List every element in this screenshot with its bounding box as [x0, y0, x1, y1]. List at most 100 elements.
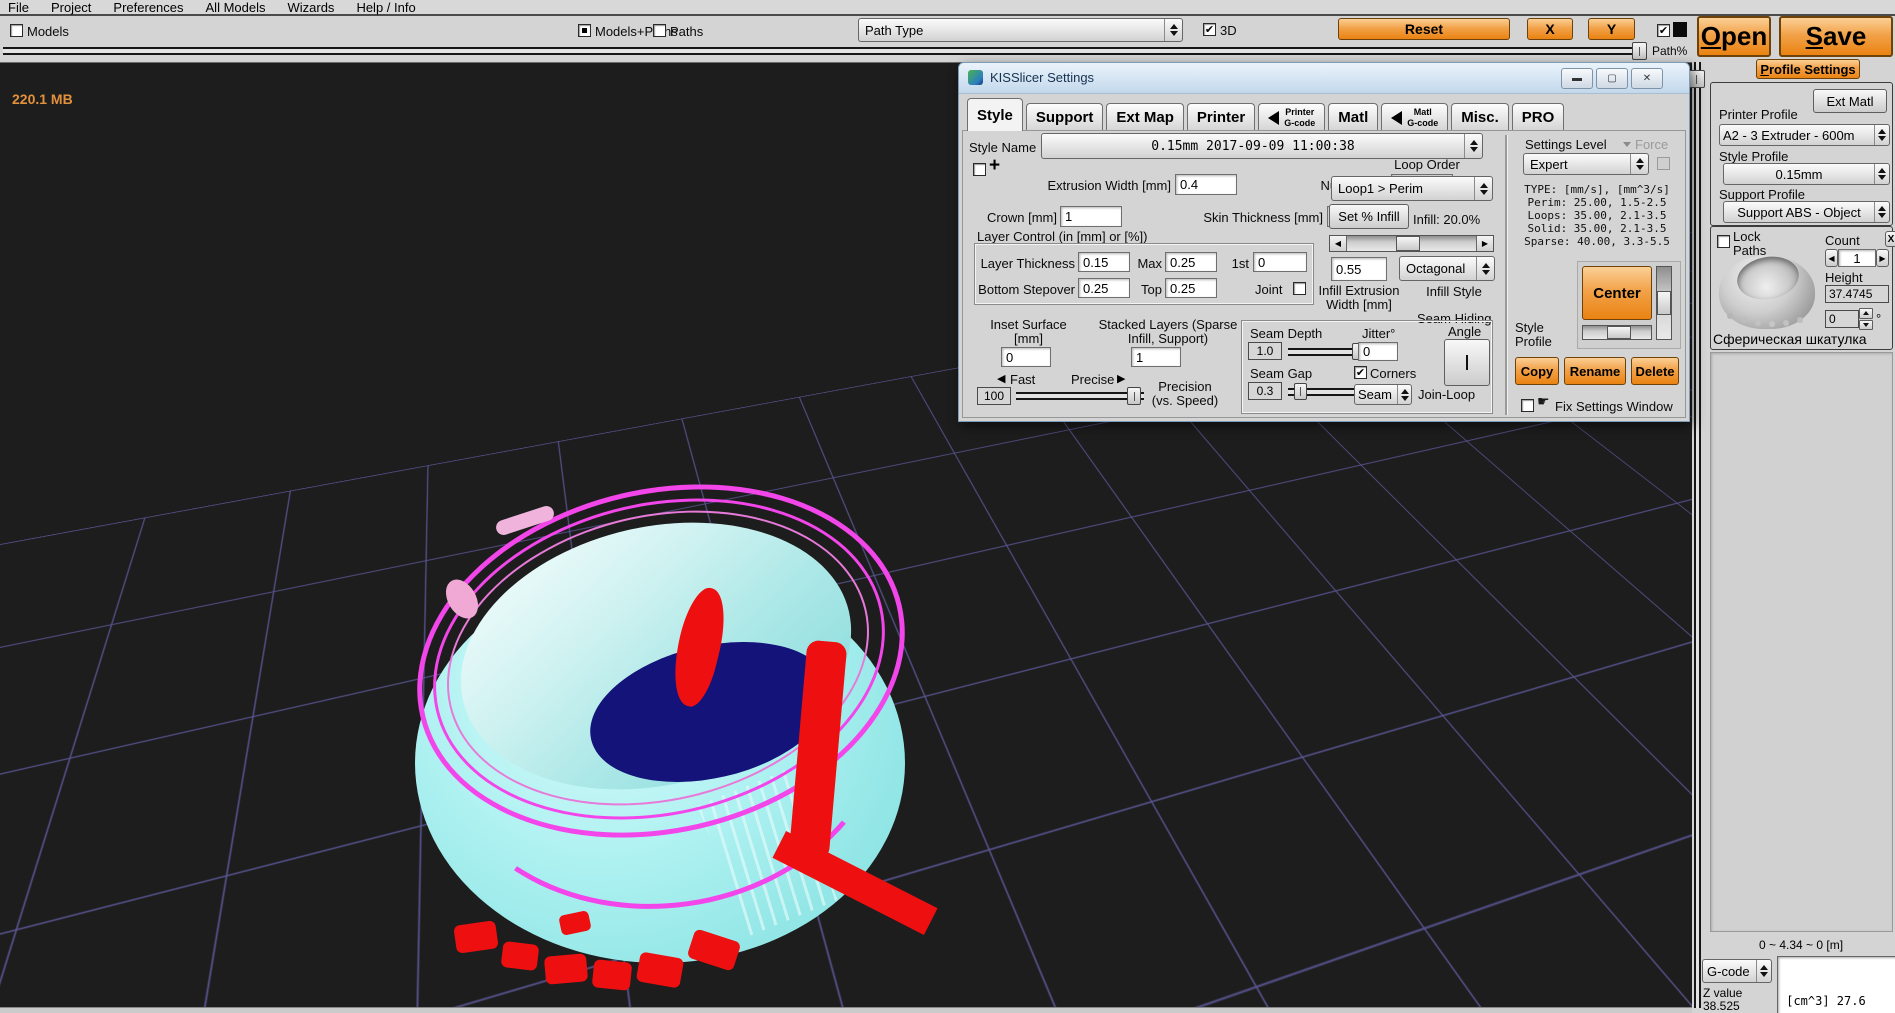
layer-thickness-field[interactable]: 0.15 [1078, 252, 1130, 272]
menu-all-models[interactable]: All Models [204, 0, 268, 16]
slider-right-arrow-icon[interactable]: ▶ [1476, 236, 1493, 251]
style-profile-dropdown[interactable]: 0.15mm [1723, 163, 1890, 185]
vertical-slider-thumb[interactable] [1688, 70, 1705, 88]
spin-up-icon[interactable] [1859, 308, 1873, 319]
new-style-checkbox[interactable] [973, 163, 986, 176]
copy-button[interactable]: Copy [1515, 357, 1559, 385]
extrusion-width-field[interactable]: 0.4 [1175, 174, 1237, 195]
profiles-group: Printer Profile Ext Matl A2 - 3 Extruder… [1710, 82, 1893, 226]
path-percent-slider-thumb[interactable] [1632, 42, 1647, 60]
minimize-button[interactable]: ▬ [1561, 68, 1593, 89]
models-paths-radio[interactable] [578, 24, 591, 37]
inset-surface-field[interactable]: 0 [1001, 347, 1051, 367]
precision-label: Precision (vs. Speed) [1149, 380, 1221, 409]
infill-slider-thumb[interactable] [1396, 236, 1420, 251]
infill-style-dropdown[interactable]: Octagonal [1399, 256, 1495, 281]
rotation-spinner[interactable] [1859, 308, 1873, 330]
open-label: Open [1701, 21, 1767, 52]
center-h-thumb[interactable] [1607, 326, 1631, 339]
menu-file[interactable]: File [6, 0, 31, 16]
infill-slider[interactable]: ◀ ▶ [1329, 235, 1494, 252]
menu-project[interactable]: Project [49, 0, 93, 16]
updown-icon [1874, 202, 1889, 222]
tab-label: Misc. [1461, 109, 1499, 126]
model-close-button[interactable]: X [1885, 231, 1895, 247]
settings-level-dropdown[interactable]: Expert [1523, 153, 1649, 175]
models-checkbox[interactable] [10, 24, 23, 37]
tab-printer[interactable]: Printer [1187, 103, 1255, 131]
loop-order-dropdown[interactable]: Loop1 > Perim [1331, 176, 1493, 201]
stacked-layers-field[interactable]: 1 [1131, 347, 1181, 367]
tab-support[interactable]: Support [1026, 103, 1104, 131]
set-infill-button[interactable]: Set % Infill [1329, 204, 1409, 229]
rotation-field[interactable]: 0 [1825, 310, 1859, 328]
add-style-icon[interactable]: + [989, 155, 1000, 177]
save-button[interactable]: Save [1779, 16, 1893, 57]
models-list-area[interactable] [1710, 352, 1893, 932]
tab-printer-gcode[interactable]: PrinterG-code [1258, 103, 1325, 131]
style-name-dropdown[interactable]: 0.15mm 2017-09-09 11:00:38 [1041, 133, 1483, 159]
y-axis-button[interactable]: Y [1588, 18, 1635, 40]
gcode-dropdown[interactable]: G-code [1702, 959, 1772, 983]
count-field[interactable]: 1 [1838, 249, 1876, 267]
vertical-slider-track[interactable] [1694, 62, 1701, 1008]
open-button[interactable]: Open [1697, 16, 1771, 57]
seam-gap-slider-thumb[interactable] [1294, 383, 1307, 400]
model-thumbnail[interactable] [1715, 247, 1823, 331]
tab-matl[interactable]: Matl [1328, 103, 1378, 131]
tab-ext-map[interactable]: Ext Map [1106, 103, 1184, 131]
precision-value: 100 [984, 389, 1004, 403]
dialog-titlebar[interactable]: KISSlicer Settings ▬ ▢ ✕ [959, 63, 1689, 94]
settings-dialog: KISSlicer Settings ▬ ▢ ✕ Style Support E… [958, 62, 1690, 422]
left-arrow-icon [1268, 111, 1279, 125]
menu-help-info[interactable]: Help / Info [354, 0, 417, 16]
3d-checkbox[interactable] [1203, 23, 1216, 36]
delete-button[interactable]: Delete [1631, 357, 1679, 385]
jitter-field[interactable]: 0 [1358, 342, 1398, 361]
support-profile-dropdown[interactable]: Support ABS - Object [1723, 201, 1890, 223]
max-field[interactable]: 0.25 [1165, 252, 1217, 272]
tab-pro[interactable]: PRO [1512, 103, 1565, 131]
count-decrement-button[interactable]: ◀ [1825, 249, 1838, 267]
top-field[interactable]: 0.25 [1165, 278, 1217, 298]
style-name-label: Style Name [969, 140, 1036, 155]
infill-extrusion-field[interactable]: 0.55 [1331, 257, 1387, 281]
x-axis-button[interactable]: X [1527, 18, 1573, 40]
updown-icon [1756, 960, 1771, 982]
corners-checkbox[interactable] [1354, 366, 1367, 379]
precision-slider-track[interactable] [1016, 392, 1144, 400]
crown-field[interactable]: 1 [1060, 206, 1122, 227]
center-v-thumb[interactable] [1657, 291, 1671, 315]
close-button[interactable]: ✕ [1631, 68, 1663, 89]
printer-profile-dropdown[interactable]: A2 - 3 Extruder - 600m [1719, 124, 1890, 146]
join-loop-dropdown[interactable]: Seam [1354, 384, 1412, 405]
bottom-stepover-field[interactable]: 0.25 [1078, 278, 1130, 298]
style-profile-value: 0.15mm [1724, 164, 1874, 184]
path-color-checkbox[interactable] [1657, 24, 1670, 37]
spin-down-icon[interactable] [1859, 320, 1873, 331]
count-increment-button[interactable]: ▶ [1876, 249, 1889, 267]
menu-preferences[interactable]: Preferences [111, 0, 185, 16]
path-percent-slider-track[interactable] [3, 47, 1633, 55]
fix-settings-checkbox[interactable] [1521, 399, 1534, 412]
style-profile-label: Style Profile [1719, 149, 1788, 164]
reset-button[interactable]: Reset [1338, 18, 1510, 40]
paths-checkbox[interactable] [653, 24, 666, 37]
path-type-dropdown[interactable]: Path Type [858, 18, 1183, 42]
first-field[interactable]: 0 [1253, 252, 1307, 272]
angle-widget[interactable] [1444, 339, 1490, 386]
tab-style[interactable]: Style [967, 98, 1023, 131]
center-button[interactable]: Center [1582, 266, 1652, 320]
center-v-scrollbar[interactable] [1656, 266, 1672, 340]
rename-button[interactable]: Rename [1564, 357, 1626, 385]
ext-matl-button[interactable]: Ext Matl [1813, 89, 1887, 113]
profile-settings-button[interactable]: Profile Settings [1756, 59, 1860, 79]
menu-wizards[interactable]: Wizards [285, 0, 336, 16]
tab-matl-gcode[interactable]: MatlG-code [1381, 103, 1448, 131]
center-h-scrollbar[interactable] [1582, 325, 1652, 340]
tab-misc[interactable]: Misc. [1451, 103, 1509, 131]
path-color-swatch[interactable] [1673, 22, 1687, 37]
precision-slider-thumb[interactable] [1127, 387, 1141, 405]
slider-left-arrow-icon[interactable]: ◀ [1330, 236, 1347, 251]
restore-button[interactable]: ▢ [1596, 68, 1628, 89]
